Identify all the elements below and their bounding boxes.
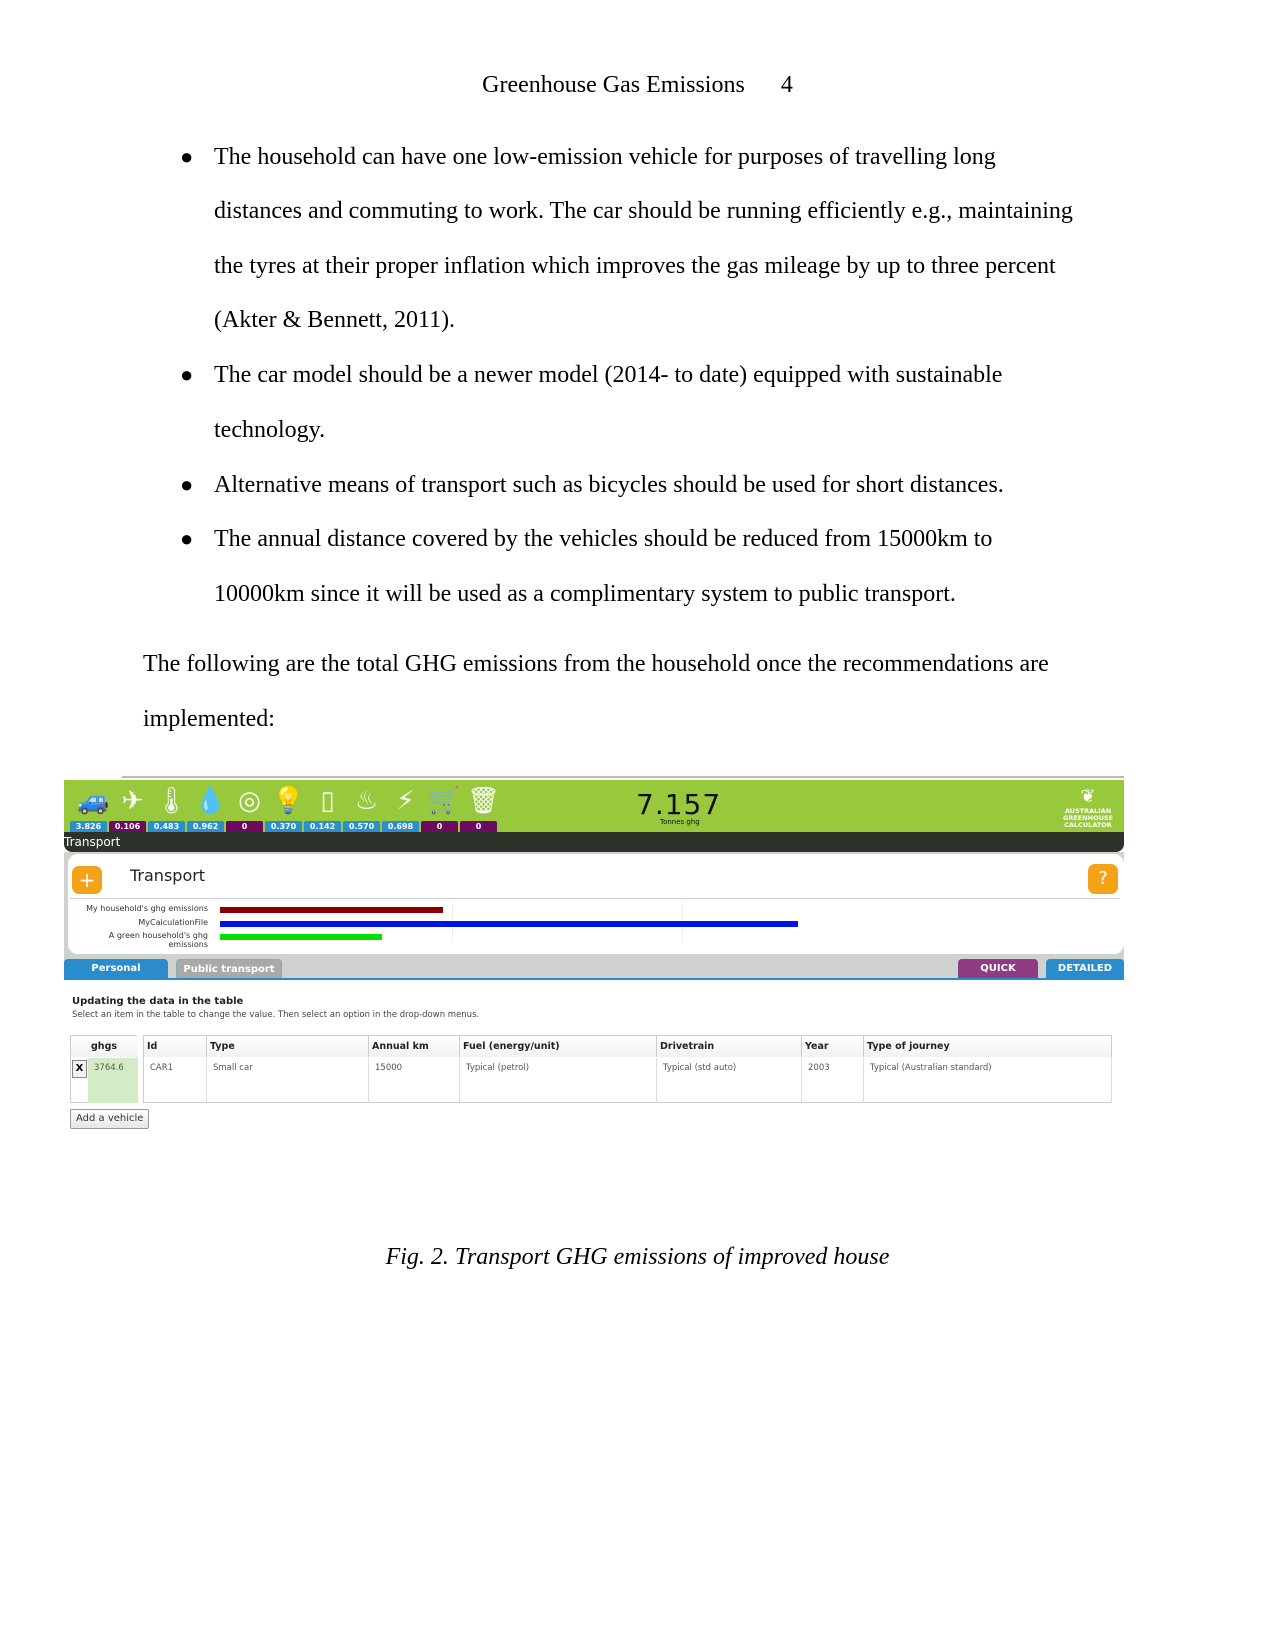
- divider: [70, 898, 1120, 899]
- category-value: 0.962: [187, 821, 224, 832]
- bullet-text-line: technology.: [214, 417, 326, 443]
- update-title: Updating the data in the table: [72, 996, 244, 1007]
- panel-title: Transport: [130, 866, 206, 885]
- ghgs-header: ghgs: [88, 1036, 138, 1057]
- bullet-text-line: Alternative means of transport such as b…: [214, 472, 1004, 498]
- category-value: 0.370: [265, 821, 302, 832]
- waste-bin-icon[interactable]: 🗑: [464, 784, 503, 818]
- table-cell[interactable]: Small car: [207, 1058, 369, 1103]
- detailed-button[interactable]: DETAILED: [1046, 959, 1124, 979]
- light-bulb-icon[interactable]: 💡: [269, 784, 308, 818]
- bullet-icon: ●: [180, 472, 194, 497]
- add-vehicle-button[interactable]: Add a vehicle: [70, 1109, 150, 1129]
- header-cell: [71, 1036, 88, 1057]
- ghg-calculator-screenshot: 🚙 ✈ 🌡 💧 ◎ 💡 ▯ ♨ ⚡ 🛒 🗑 3.826 0.106 0.483 0.962 0 0.370 0.…: [64, 776, 1124, 1136]
- comparison-label: A green household's ghg emissions: [108, 931, 208, 949]
- shopping-cart-icon[interactable]: 🛒: [425, 784, 464, 818]
- bullet-text-line: distances and commuting to work. The car…: [214, 198, 1073, 224]
- bullet-text-line: the tyres at their proper inflation whic…: [214, 253, 1056, 279]
- paragraph-line: implemented:: [143, 706, 275, 732]
- table-cell[interactable]: Typical (std auto): [657, 1058, 802, 1103]
- column-header[interactable]: Annual km: [369, 1036, 460, 1057]
- category-value: 0.698: [382, 821, 419, 832]
- table-cell[interactable]: 15000: [369, 1058, 460, 1103]
- category-value: 0.106: [109, 821, 146, 832]
- thermometer-icon[interactable]: 🌡: [152, 784, 191, 818]
- tab-strip: Personal transport Public transport QUIC…: [64, 956, 1124, 994]
- bullet-icon: ●: [180, 362, 194, 387]
- bullet-text-line: The household can have one low-emission …: [214, 144, 996, 170]
- category-toolbar: 🚙 ✈ 🌡 💧 ◎ 💡 ▯ ♨ ⚡ 🛒 🗑 3.826 0.106 0.483 0.962 0 0.370 0.…: [64, 780, 1124, 832]
- tab-public-transport[interactable]: Public transport: [176, 959, 282, 979]
- cooking-pot-icon[interactable]: ♨: [347, 784, 386, 818]
- table-cell[interactable]: 2003: [802, 1058, 864, 1103]
- category-value: 0: [460, 821, 497, 832]
- washing-machine-icon[interactable]: ◎: [230, 784, 269, 818]
- ghgs-table: ghgs X 3764.6: [70, 1035, 138, 1103]
- column-header[interactable]: Id: [144, 1036, 207, 1057]
- car-bus-icon[interactable]: 🚙: [74, 784, 113, 818]
- comparison-bar: [220, 907, 443, 913]
- section-bar: Transport: [64, 832, 1124, 852]
- bullet-text-line: (Akter & Bennett, 2011).: [214, 307, 456, 333]
- page-number: 4: [780, 72, 793, 98]
- update-instructions: Select an item in the table to change th…: [72, 1010, 480, 1020]
- logo-text: CALCULATOR: [1064, 821, 1112, 829]
- bullet-icon: ●: [180, 144, 194, 169]
- bullet-text-line: The car model should be a newer model (2…: [214, 362, 1003, 388]
- column-header[interactable]: Year: [802, 1036, 864, 1057]
- header-title: Greenhouse Gas Emissions: [482, 72, 745, 98]
- category-value: 0: [421, 821, 458, 832]
- power-plugs-icon[interactable]: ⚡: [386, 784, 425, 818]
- table-cell[interactable]: CAR1: [144, 1058, 207, 1103]
- column-header[interactable]: Type of journey: [864, 1036, 1112, 1057]
- divider: [64, 978, 1124, 980]
- tab-personal-transport[interactable]: Personal transport: [64, 959, 168, 994]
- total-unit: Tonnes ghg: [660, 818, 700, 826]
- hot-water-drop-icon[interactable]: 💧: [191, 784, 230, 818]
- bullet-text-line: 10000km since it will be used as a compl…: [214, 581, 956, 607]
- divider: [122, 776, 1124, 778]
- column-header[interactable]: Fuel (energy/unit): [460, 1036, 657, 1057]
- category-value: 3.826: [70, 821, 107, 832]
- bullet-text-line: The annual distance covered by the vehic…: [214, 526, 993, 552]
- airplane-icon[interactable]: ✈: [113, 784, 152, 818]
- category-value: 0: [226, 821, 263, 832]
- leaf-icon: ❦: [1080, 786, 1096, 807]
- comparison-label: MyCalculationFile: [138, 917, 208, 927]
- running-header: Greenhouse Gas Emissions 4: [0, 72, 1275, 99]
- add-icon[interactable]: +: [72, 866, 102, 894]
- table-cell[interactable]: Typical (Australian standard): [864, 1058, 1112, 1103]
- calculator-logo: ❦ AUSTRALIAN GREENHOUSE CALCULATOR: [1060, 786, 1116, 829]
- comparison-label: My household's ghg emissions: [86, 904, 208, 913]
- bullet-icon: ●: [180, 526, 194, 551]
- column-header[interactable]: Drivetrain: [657, 1036, 802, 1057]
- section-label: Transport: [64, 835, 121, 849]
- delete-row-button[interactable]: X: [72, 1060, 87, 1078]
- help-button[interactable]: ?: [1088, 864, 1118, 894]
- comparison-bar: [220, 934, 382, 940]
- vehicle-table: Id CAR1 Type Small car Annual km 15000 Fuel (e…: [143, 1035, 1112, 1103]
- ghgs-value: 3764.6: [88, 1058, 138, 1103]
- category-value: 0.483: [148, 821, 185, 832]
- total-emissions: 7.157: [636, 788, 722, 821]
- table-cell[interactable]: Typical (petrol): [460, 1058, 657, 1103]
- column-header[interactable]: Type: [207, 1036, 369, 1057]
- category-value: 0.142: [304, 821, 341, 832]
- quick-button[interactable]: QUICK: [958, 959, 1038, 979]
- comparison-bar: [220, 920, 798, 927]
- fridge-icon[interactable]: ▯: [308, 784, 347, 818]
- transport-panel: + Transport ? My household's ghg emissio…: [68, 854, 1124, 954]
- figure-caption: Fig. 2. Transport GHG emissions of impro…: [385, 1244, 890, 1270]
- category-value: 0.570: [343, 821, 380, 832]
- paragraph-line: The following are the total GHG emission…: [143, 651, 1049, 677]
